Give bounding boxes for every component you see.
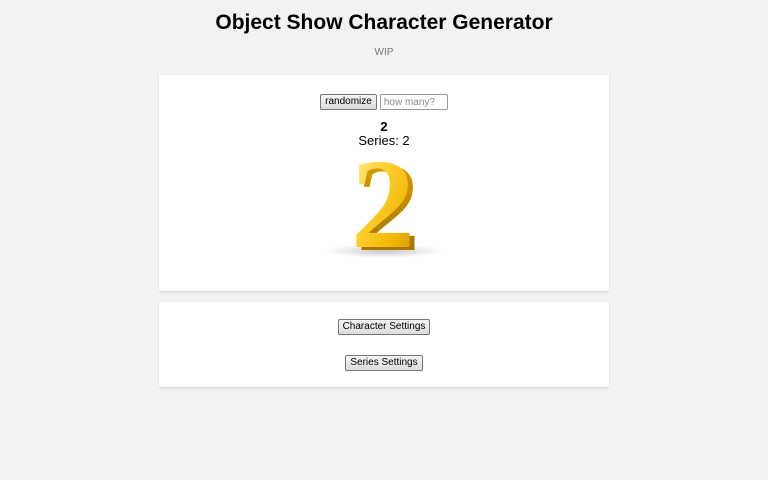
- randomize-button[interactable]: randomize: [320, 94, 377, 110]
- count-input[interactable]: [379, 94, 448, 110]
- generator-card: randomize 2 Series: 2: [159, 75, 609, 291]
- series-settings-row: Series Settings: [159, 355, 609, 371]
- character-settings-row: Character Settings: [159, 319, 609, 335]
- page-title: Object Show Character Generator: [215, 11, 553, 34]
- page-subtitle: WIP: [374, 47, 394, 58]
- settings-card: Character Settings Series Settings: [159, 302, 609, 387]
- character-settings-button[interactable]: Character Settings: [337, 319, 431, 335]
- series-settings-button[interactable]: Series Settings: [345, 355, 423, 371]
- golden-number-two-icon: 2 2: [326, 133, 442, 278]
- svg-text:2: 2: [351, 151, 415, 269]
- character-series: Series: 2: [358, 133, 410, 148]
- character-image: 2 2: [319, 133, 449, 278]
- generator-controls: randomize: [159, 94, 609, 110]
